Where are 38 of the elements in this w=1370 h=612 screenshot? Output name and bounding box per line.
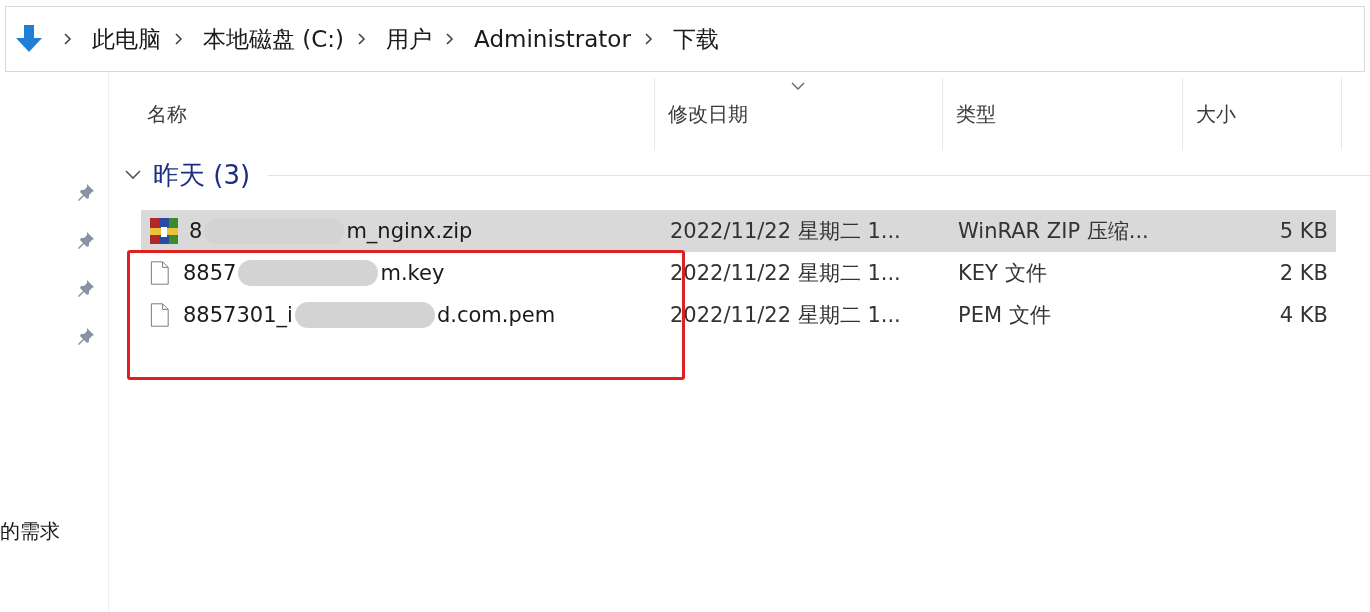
collapse-chevron-icon[interactable]: [125, 170, 141, 180]
column-header[interactable]: 修改日期: [655, 78, 943, 150]
file-name-end: m_nginx.zip: [346, 219, 473, 243]
chevron-right-icon: [64, 33, 72, 45]
type-cell-text: KEY 文件: [957, 260, 1048, 287]
breadcrumb-item[interactable]: 下载: [672, 23, 719, 55]
group-header[interactable]: 昨天 (3): [153, 157, 251, 193]
address-bar[interactable]: 此电脑 本地磁盘 (C:) 用户 Administrator 下载: [5, 6, 1365, 72]
size-cell-text: 2 KB: [1278, 261, 1329, 285]
chevron-right-icon: [446, 33, 455, 45]
type-cell-text: PEM 文件: [957, 302, 1052, 329]
size-cell-text: 4 KB: [1278, 303, 1329, 327]
archive-books-icon: [149, 216, 179, 246]
pin-icon[interactable]: [76, 230, 96, 250]
pin-icon[interactable]: [76, 182, 96, 202]
column-header[interactable]: 类型: [943, 78, 1183, 150]
file-name-end: d.com.pem: [436, 303, 556, 327]
nav-item-label[interactable]: 的需求: [0, 518, 108, 545]
pin-icon[interactable]: [76, 278, 96, 298]
chevron-right-icon: [358, 33, 367, 45]
sort-caret-icon: [791, 82, 805, 90]
column-header[interactable]: 名称: [109, 78, 655, 150]
breadcrumb-item[interactable]: 用户: [386, 23, 433, 55]
download-arrow-icon: [14, 24, 44, 54]
column-header[interactable]: 大小: [1183, 78, 1342, 150]
file-name-start: 8857301_i: [183, 303, 293, 327]
breadcrumb-item[interactable]: 本地磁盘 (C:): [203, 23, 345, 55]
file-name-start: 8857: [183, 261, 237, 285]
pin-icon[interactable]: [76, 326, 96, 346]
breadcrumb-item[interactable]: Administrator: [474, 26, 631, 52]
file-name-start: 8: [189, 219, 203, 243]
size-cell-text: 5 KB: [1278, 219, 1329, 243]
chevron-right-icon: [175, 33, 183, 45]
date-cell-text: 2022/11/22 星期二 1...: [669, 218, 902, 245]
type-cell-text: WinRAR ZIP 压缩...: [957, 218, 1150, 245]
breadcrumb-item[interactable]: 此电脑: [92, 23, 161, 55]
file-name-end: m.key: [380, 261, 445, 285]
chevron-right-icon: [644, 33, 653, 45]
